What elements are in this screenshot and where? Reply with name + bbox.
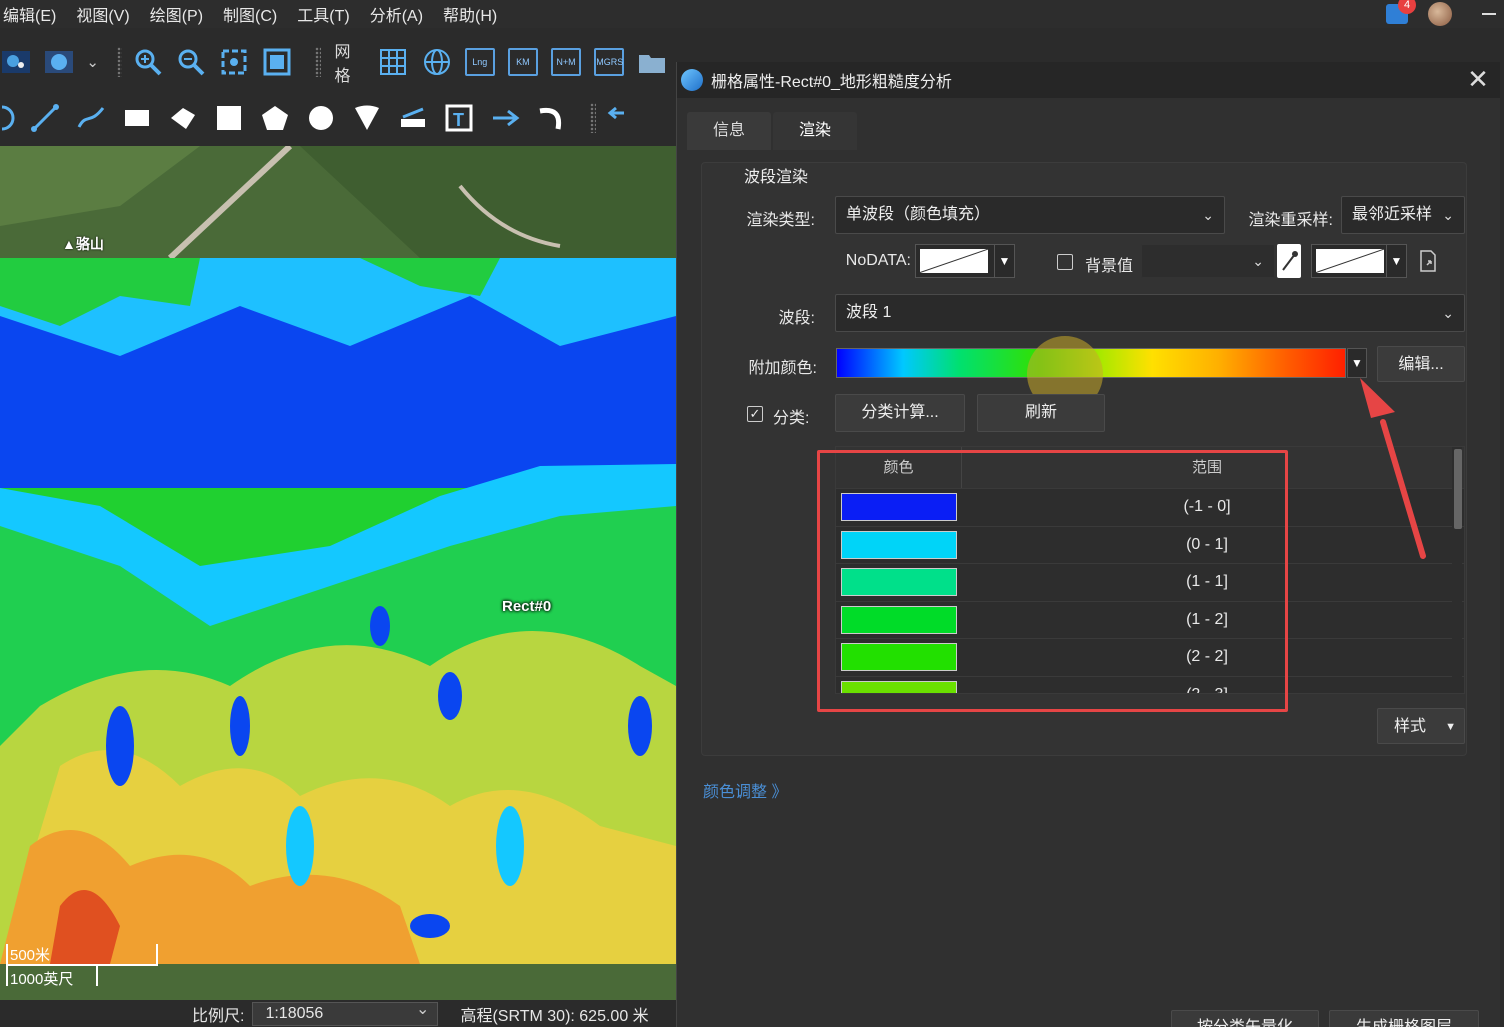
notification-badge: 4 bbox=[1398, 0, 1416, 14]
text-icon[interactable]: T bbox=[442, 101, 476, 135]
scale-imperial-label: 1000英尺 bbox=[10, 971, 74, 988]
toolbar-view: ⌄ 网格 Lng KM N+M MGRS bbox=[0, 38, 680, 86]
annotation-arrow bbox=[1360, 378, 1426, 559]
freehand-icon[interactable] bbox=[74, 101, 108, 135]
arc-icon[interactable] bbox=[0, 101, 16, 135]
place-label: ▲骆山 bbox=[62, 236, 104, 252]
globe-grid-icon[interactable] bbox=[421, 45, 452, 79]
lng-grid-icon[interactable]: Lng bbox=[464, 45, 495, 79]
dropdown-arrow-icon: ▼ bbox=[1445, 721, 1456, 733]
menu-analysis[interactable]: 分析(A) bbox=[367, 2, 433, 26]
measure-icon[interactable] bbox=[396, 101, 430, 135]
circle-icon[interactable] bbox=[304, 101, 338, 135]
raster-properties-dialog: 栅格属性-Rect#0_地形粗糙度分析 ✕ 信息 渲染 波段渲染 渲染类型: 单… bbox=[676, 62, 1500, 1027]
polygon-draw-icon[interactable] bbox=[166, 101, 200, 135]
grid-icon[interactable] bbox=[378, 45, 409, 79]
zoom-extent-icon[interactable] bbox=[219, 45, 250, 79]
style-button-label: 样式 bbox=[1394, 718, 1427, 735]
scale-value: 1:18056 bbox=[265, 1004, 324, 1022]
pentagon-icon[interactable] bbox=[258, 101, 292, 135]
curve-arrow-icon[interactable] bbox=[534, 101, 568, 135]
chevron-down-icon[interactable]: ⌄ bbox=[86, 53, 99, 71]
message-icon[interactable]: 4 bbox=[1386, 0, 1416, 24]
scale-metric-label: 500米 bbox=[10, 947, 51, 964]
status-bar: 比例尺: 1:18056 高程(SRTM 30): 625.00 米 bbox=[0, 999, 676, 1027]
km-grid-icon[interactable]: KM bbox=[507, 45, 538, 79]
map-scale-bar: 500米 1000英尺 bbox=[6, 944, 166, 992]
rectangle-icon[interactable] bbox=[120, 101, 154, 135]
scale-label: 比例尺: bbox=[192, 1007, 245, 1025]
vectorize-by-class-button[interactable]: 按分类矢量化 bbox=[1171, 1010, 1319, 1027]
terrain-raster bbox=[0, 146, 676, 1000]
globe-night-icon[interactable] bbox=[0, 45, 31, 79]
menu-edit[interactable]: 编辑(E) bbox=[0, 2, 66, 26]
toolbar-grip[interactable] bbox=[315, 47, 321, 77]
style-button[interactable]: 样式 ▼ bbox=[1377, 708, 1465, 744]
line-icon[interactable] bbox=[28, 101, 62, 135]
full-extent-icon[interactable] bbox=[262, 45, 293, 79]
zoom-out-icon[interactable] bbox=[176, 45, 207, 79]
nm-grid-icon[interactable]: N+M bbox=[550, 45, 582, 79]
menu-tools[interactable]: 工具(T) bbox=[294, 2, 359, 26]
undo-icon[interactable] bbox=[606, 101, 626, 135]
menu-draw[interactable]: 绘图(P) bbox=[147, 2, 213, 26]
generate-raster-layer-button[interactable]: 生成栅格图层 bbox=[1329, 1010, 1479, 1027]
toolbar-grip[interactable] bbox=[590, 103, 596, 133]
avatar[interactable] bbox=[1428, 2, 1452, 26]
sector-icon[interactable] bbox=[350, 101, 384, 135]
rect-label: Rect#0 bbox=[502, 598, 552, 615]
menu-help[interactable]: 帮助(H) bbox=[440, 2, 507, 26]
minimize-icon[interactable] bbox=[1482, 13, 1496, 15]
menu-mapping[interactable]: 制图(C) bbox=[220, 2, 287, 26]
square-icon[interactable] bbox=[212, 101, 246, 135]
color-adjust-link[interactable]: 颜色调整 》 bbox=[703, 778, 787, 802]
elevation-readout: 高程(SRTM 30): 625.00 米 bbox=[460, 1007, 649, 1025]
arrow-right-icon[interactable] bbox=[488, 101, 522, 135]
globe-day-icon[interactable] bbox=[43, 45, 74, 79]
menu-view[interactable]: 视图(V) bbox=[73, 2, 139, 26]
zoom-in-icon[interactable] bbox=[132, 45, 163, 79]
mgrs-grid-icon[interactable]: MGRS bbox=[594, 45, 625, 79]
scale-select[interactable]: 1:18056 bbox=[252, 999, 439, 1026]
svg-text:T: T bbox=[453, 110, 464, 130]
grid-label: 网格 bbox=[334, 44, 351, 85]
folder-icon[interactable] bbox=[637, 45, 668, 79]
menu-bar: 编辑(E) 视图(V) 绘图(P) 制图(C) 工具(T) 分析(A) 帮助(H… bbox=[0, 0, 1504, 28]
toolbar-grip[interactable] bbox=[116, 47, 123, 77]
map-view[interactable]: ▲骆山 Rect#0 500米 1000英尺 bbox=[0, 146, 676, 1000]
toolbar-draw: T bbox=[0, 94, 680, 142]
